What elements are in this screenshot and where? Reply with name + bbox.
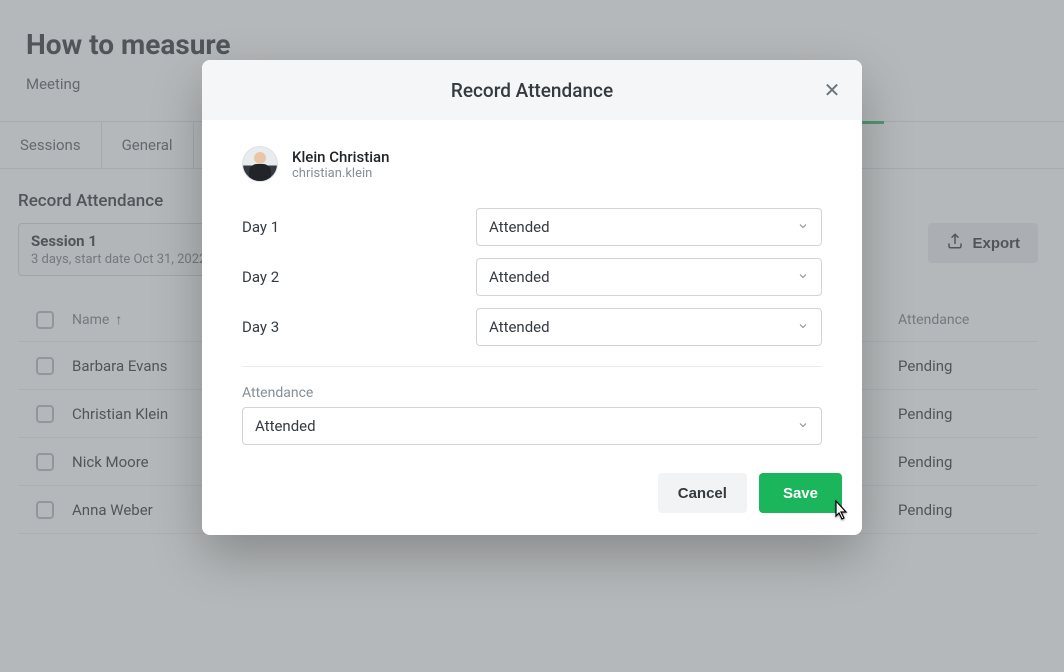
attendance-label: Attendance [242, 385, 822, 401]
close-icon[interactable]: ✕ [820, 78, 844, 102]
modal-footer: Cancel Save [202, 455, 862, 535]
select-value: Attended [489, 268, 550, 286]
attendance-select[interactable]: Attended [242, 407, 822, 445]
day-2-select[interactable]: Attended [476, 258, 822, 296]
day-row: Day 1 Attended [242, 208, 822, 246]
select-value: Attended [489, 318, 550, 336]
day-3-select[interactable]: Attended [476, 308, 822, 346]
chevron-down-icon [797, 268, 809, 286]
page-root: How to measure Meeting Sessions General … [0, 0, 1064, 672]
chevron-down-icon [797, 218, 809, 236]
record-attendance-modal: Record Attendance ✕ Klein Christian chri… [202, 60, 862, 535]
select-value: Attended [255, 417, 316, 435]
day-label: Day 3 [242, 318, 476, 336]
day-row: Day 2 Attended [242, 258, 822, 296]
user-name: Klein Christian [292, 148, 389, 166]
select-value: Attended [489, 218, 550, 236]
divider [242, 366, 822, 367]
modal-title: Record Attendance [224, 79, 840, 102]
chevron-down-icon [797, 318, 809, 336]
day-1-select[interactable]: Attended [476, 208, 822, 246]
cursor-icon [830, 499, 850, 525]
modal-scrim[interactable]: Record Attendance ✕ Klein Christian chri… [0, 0, 1064, 672]
modal-header: Record Attendance ✕ [202, 60, 862, 120]
user-row: Klein Christian christian.klein [242, 146, 822, 182]
avatar [242, 146, 278, 182]
cancel-button[interactable]: Cancel [658, 473, 747, 513]
user-handle: christian.klein [292, 166, 389, 181]
day-label: Day 1 [242, 218, 476, 236]
day-label: Day 2 [242, 268, 476, 286]
modal-body: Klein Christian christian.klein Day 1 At… [202, 120, 862, 455]
day-row: Day 3 Attended [242, 308, 822, 346]
chevron-down-icon [797, 417, 809, 435]
